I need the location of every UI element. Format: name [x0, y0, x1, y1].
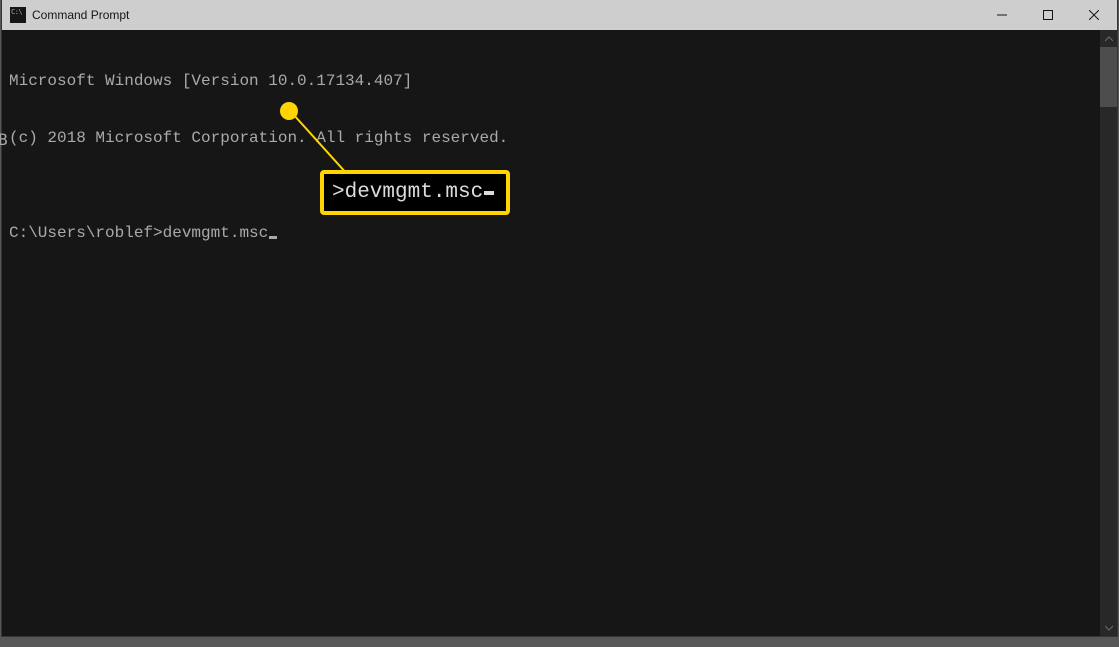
terminal-output: Microsoft Windows [Version 10.0.17134.40…	[9, 34, 1099, 632]
scroll-up-button[interactable]	[1100, 30, 1117, 47]
window-controls	[979, 0, 1117, 30]
edge-letter: B	[0, 130, 8, 149]
terminal-client-area[interactable]: Microsoft Windows [Version 10.0.17134.40…	[2, 30, 1117, 636]
cmd-icon	[10, 7, 26, 23]
titlebar[interactable]: Command Prompt	[2, 0, 1117, 30]
close-button[interactable]	[1071, 0, 1117, 30]
prompt-line: C:\Users\roblef>devmgmt.msc	[9, 224, 1099, 243]
cursor-icon	[269, 236, 277, 239]
callout-dot-icon	[280, 102, 298, 120]
command-text: devmgmt.msc	[163, 224, 269, 242]
callout-cursor-icon	[484, 191, 494, 195]
command-prompt-window: Command Prompt Microsoft Windows [Versio…	[2, 0, 1117, 636]
callout-text: >devmgmt.msc	[332, 182, 483, 203]
callout-box: >devmgmt.msc	[320, 170, 510, 215]
version-line: Microsoft Windows [Version 10.0.17134.40…	[9, 72, 1099, 91]
copyright-line: (c) 2018 Microsoft Corporation. All righ…	[9, 129, 1099, 148]
scroll-down-button[interactable]	[1100, 619, 1117, 636]
scrollbar-thumb[interactable]	[1100, 47, 1117, 107]
minimize-button[interactable]	[979, 0, 1025, 30]
prompt-text: C:\Users\roblef>	[9, 224, 163, 242]
window-title: Command Prompt	[32, 8, 979, 22]
vertical-scrollbar[interactable]	[1100, 30, 1117, 636]
maximize-button[interactable]	[1025, 0, 1071, 30]
